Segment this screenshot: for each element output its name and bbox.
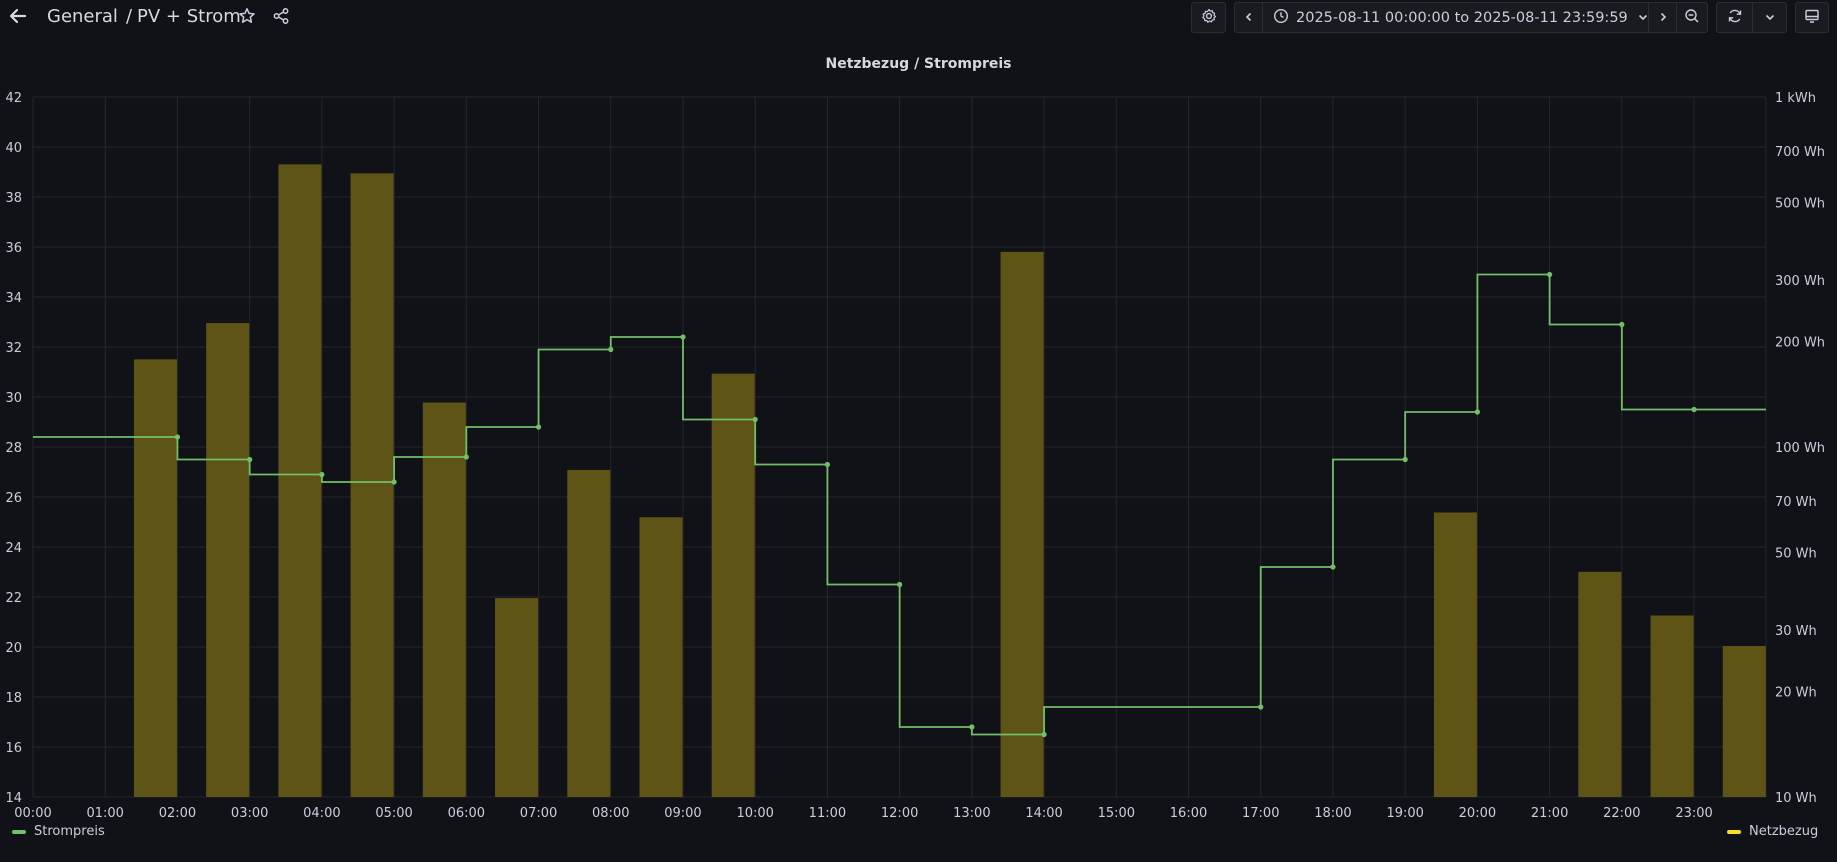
netzbezug-bars <box>133 164 1766 798</box>
x-tick-label: 22:00 <box>1603 806 1640 821</box>
x-tick-label: 05:00 <box>375 806 412 821</box>
netzbezug-bar <box>495 598 539 797</box>
y-left-tick-label: 22 <box>5 591 22 606</box>
strompreis-point <box>1619 321 1625 328</box>
y-left-tick-label: 20 <box>5 641 22 656</box>
x-tick-label: 19:00 <box>1386 806 1423 821</box>
x-tick-label: 12:00 <box>881 806 918 821</box>
x-tick-label: 11:00 <box>809 806 846 821</box>
y-left-tick-label: 30 <box>5 391 22 406</box>
x-tick-label: 13:00 <box>953 806 990 821</box>
strompreis-point <box>680 334 686 340</box>
y-right-tick-label: 100 Wh <box>1775 441 1825 456</box>
strompreis-point <box>535 424 542 430</box>
y-left-tick-label: 26 <box>5 491 22 506</box>
y-left-tick-label: 32 <box>5 341 22 356</box>
netzbezug-bar <box>567 469 611 797</box>
legend-strompreis[interactable]: Strompreis <box>12 824 105 839</box>
x-tick-label: 18:00 <box>1314 806 1351 821</box>
netzbezug-bar <box>1000 251 1044 797</box>
netzbezug-bar <box>1722 646 1766 797</box>
x-tick-label: 09:00 <box>664 806 701 821</box>
y-right-tick-label: 700 Wh <box>1775 145 1825 160</box>
x-tick-label: 04:00 <box>303 806 340 821</box>
x-tick-label: 02:00 <box>159 806 196 821</box>
y-right-tick-label: 10 Wh <box>1775 791 1817 806</box>
netzbezug-bar <box>1650 615 1694 797</box>
x-tick-label: 03:00 <box>231 806 268 821</box>
y-left-tick-label: 42 <box>5 91 22 106</box>
x-tick-label: 21:00 <box>1531 806 1568 821</box>
x-tick-label: 00:00 <box>14 806 51 821</box>
strompreis-point <box>1041 731 1047 738</box>
strompreis-point <box>247 456 253 463</box>
y-right-tick-label: 30 Wh <box>1775 624 1817 639</box>
netzbezug-bar <box>133 359 177 797</box>
y-right-tick-label: 1 kWh <box>1775 91 1816 106</box>
strompreis-point <box>824 461 831 468</box>
legend-label: Netzbezug <box>1749 824 1819 839</box>
y-left-tick-label: 18 <box>5 691 22 706</box>
x-tick-label: 07:00 <box>520 806 557 821</box>
y-left-tick-label: 24 <box>5 541 22 556</box>
legend-netzbezug[interactable]: Netzbezug <box>1727 824 1818 839</box>
y-left-tick-label: 28 <box>5 441 22 456</box>
strompreis-point <box>1330 564 1336 570</box>
netzbezug-bar <box>639 517 683 797</box>
y-left-tick-label: 36 <box>5 241 22 256</box>
strompreis-point <box>1402 456 1408 463</box>
strompreis-point <box>1547 271 1553 278</box>
netzbezug-bar <box>206 323 250 797</box>
x-tick-label: 23:00 <box>1675 806 1712 821</box>
strompreis-point <box>969 724 975 730</box>
netzbezug-bar <box>1433 512 1477 797</box>
y-right-tick-label: 20 Wh <box>1775 686 1817 701</box>
strompreis-point <box>752 416 758 423</box>
strompreis-point <box>174 434 181 440</box>
strompreis-point <box>463 454 469 460</box>
x-tick-label: 17:00 <box>1242 806 1279 821</box>
x-tick-label: 20:00 <box>1459 806 1496 821</box>
legend-swatch <box>12 829 26 834</box>
strompreis-point <box>1474 409 1480 415</box>
x-tick-label: 14:00 <box>1025 806 1062 821</box>
netzbezug-bar <box>350 173 394 797</box>
chart: 14 16 18 20 22 24 26 28 30 32 34 36 38 40 42 00:00 01:00… <box>5 91 1825 821</box>
legend-label: Strompreis <box>34 824 105 839</box>
strompreis-point <box>1691 406 1697 413</box>
y-right-tick-label: 500 Wh <box>1775 196 1825 211</box>
strompreis-point <box>608 346 614 353</box>
y-right-tick-label: 70 Wh <box>1775 495 1817 510</box>
strompreis-point <box>319 471 325 478</box>
y-left-tick-label: 38 <box>5 191 22 206</box>
y-left-tick-label: 40 <box>5 141 22 156</box>
netzbezug-bar <box>1578 571 1622 797</box>
strompreis-point <box>1258 704 1264 710</box>
x-tick-label: 10:00 <box>736 806 773 821</box>
y-left-tick-label: 34 <box>5 291 22 306</box>
y-right-tick-label: 50 Wh <box>1775 546 1817 561</box>
legend-swatch <box>1727 829 1741 834</box>
strompreis-point <box>391 479 397 485</box>
y-right-tick-label: 200 Wh <box>1775 336 1825 351</box>
x-tick-label: 08:00 <box>592 806 629 821</box>
netzbezug-bar <box>711 373 755 797</box>
y-left-tick-label: 14 <box>5 791 22 806</box>
x-tick-label: 06:00 <box>448 806 485 821</box>
x-tick-label: 01:00 <box>86 806 123 821</box>
strompreis-point <box>897 581 903 588</box>
y-right-tick-label: 300 Wh <box>1775 274 1825 289</box>
netzbezug-bar <box>278 164 322 798</box>
x-tick-label: 15:00 <box>1098 806 1135 821</box>
x-tick-label: 16:00 <box>1170 806 1207 821</box>
y-left-tick-label: 16 <box>5 741 22 756</box>
netzbezug-bar <box>422 402 466 797</box>
